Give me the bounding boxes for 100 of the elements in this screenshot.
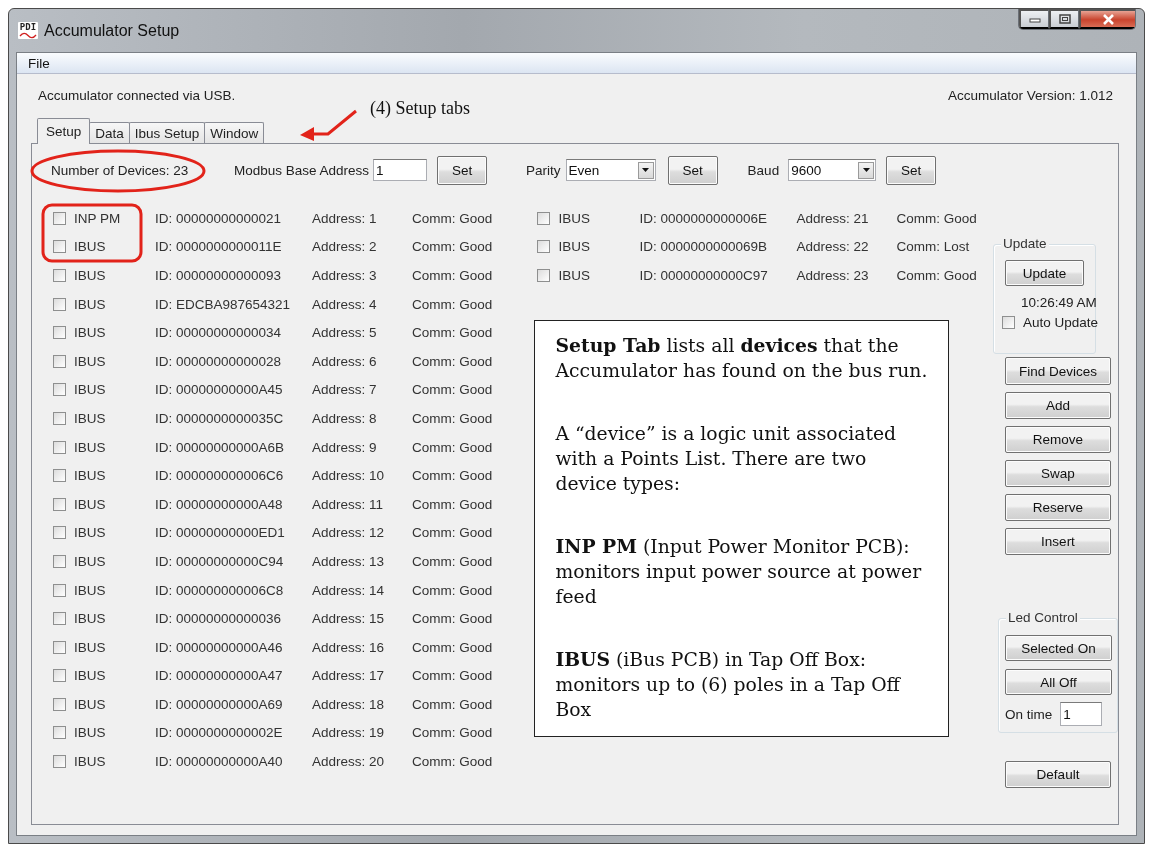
device-type: IBUS [74, 468, 107, 484]
device-address: Address: 4 [312, 296, 378, 312]
device-checkbox[interactable] [53, 669, 66, 683]
dropdown-value: Even [568, 162, 600, 178]
comm-status: Comm: Good [412, 439, 493, 455]
device-checkbox[interactable] [53, 297, 66, 311]
update-button[interactable]: Update [1005, 260, 1084, 286]
device-type: IBUS [74, 525, 107, 541]
device-address: Address: 21 [796, 210, 870, 226]
device-address: Address: 22 [796, 239, 870, 255]
device-id: ID: 00000000000ED1 [155, 525, 286, 541]
maximize-button[interactable] [1049, 9, 1079, 29]
action-button[interactable]: Remove [1005, 426, 1111, 453]
device-address: Address: 2 [312, 239, 378, 255]
device-address: Address: 5 [312, 325, 378, 341]
dropdown[interactable]: Even [565, 159, 656, 181]
device-checkbox[interactable] [53, 440, 66, 454]
device-checkbox[interactable] [53, 326, 66, 340]
device-id: ID: 00000000000A69 [155, 696, 284, 712]
address-field[interactable]: 1 [373, 159, 428, 181]
device-checkbox[interactable] [53, 612, 66, 626]
device-id: ID: 000000000006C6 [155, 468, 285, 484]
device-type: IBUS [74, 668, 107, 684]
device-type: IBUS [558, 210, 591, 226]
device-checkbox[interactable] [53, 697, 66, 711]
device-type: IBUS [74, 754, 107, 770]
action-button[interactable]: Insert [1005, 528, 1111, 555]
comm-status: Comm: Good [412, 754, 493, 770]
tab[interactable]: Ibus Setup [128, 122, 206, 143]
device-checkbox[interactable] [53, 240, 66, 254]
device-type: INP PM [74, 210, 122, 226]
arrow [300, 109, 357, 141]
device-checkbox[interactable] [53, 640, 66, 654]
device-checkbox[interactable] [53, 497, 66, 511]
update-time: 10:26:49 AM [1021, 295, 1097, 310]
minimize-icon [1028, 15, 1041, 23]
device-checkbox[interactable] [537, 269, 551, 282]
device-checkbox[interactable] [53, 469, 66, 483]
tab[interactable]: Window [204, 122, 265, 143]
caret-icon [858, 161, 875, 179]
comm-status: Comm: Good [412, 668, 493, 684]
comm-status: Comm: Good [896, 210, 977, 226]
annotation-paragraph: A “device” is a logic unit associated with a Points List. There are two device types: [555, 421, 898, 496]
device-address: Address: 14 [312, 582, 386, 598]
action-button[interactable]: Add [1005, 392, 1111, 419]
device-id: ID: 00000000000C94 [155, 553, 285, 569]
dropdown[interactable]: 9600 [788, 159, 877, 181]
device-checkbox[interactable] [53, 383, 66, 397]
device-type: IBUS [74, 639, 107, 655]
led-button[interactable]: Selected On [1005, 635, 1112, 661]
action-button[interactable]: Find Devices [1005, 357, 1111, 385]
device-checkbox[interactable] [53, 269, 66, 282]
device-id: ID: 00000000000093 [155, 268, 283, 283]
device-id: ID: 00000000000A48 [155, 496, 284, 512]
device-type: IBUS [74, 325, 107, 341]
device-type: IBUS [74, 582, 107, 598]
set-button[interactable]: Set [886, 155, 937, 185]
action-button[interactable]: Reserve [1005, 494, 1111, 521]
device-address: Address: 23 [796, 268, 870, 283]
device-checkbox[interactable] [53, 526, 66, 540]
device-checkbox[interactable] [53, 755, 66, 769]
device-type: IBUS [74, 239, 107, 255]
default-button[interactable]: Default [1005, 761, 1111, 788]
device-checkbox[interactable] [537, 240, 551, 254]
comm-status: Comm: Good [412, 410, 493, 426]
device-id: ID: 0000000000069B [639, 239, 769, 255]
callout-text: (4) Setup tabs [370, 98, 470, 119]
action-button[interactable]: Swap [1005, 460, 1111, 487]
device-address: Address: 12 [312, 525, 386, 541]
device-checkbox[interactable] [53, 583, 66, 597]
device-id: ID: 00000000000A46 [155, 639, 284, 655]
auto-update-checkbox[interactable] [1002, 316, 1015, 329]
close-button[interactable] [1079, 9, 1135, 29]
on-time-field[interactable]: 1 [1060, 702, 1103, 726]
device-checkbox[interactable] [53, 411, 66, 425]
set-button[interactable]: Set [437, 155, 488, 185]
set-button[interactable]: Set [667, 155, 718, 185]
device-id: ID: 00000000000021 [155, 210, 283, 226]
device-address: Address: 8 [312, 410, 378, 426]
device-checkbox[interactable] [537, 211, 551, 225]
menu-item[interactable]: File [20, 55, 58, 71]
checkbox-label: Auto Update [1023, 315, 1099, 330]
device-checkbox[interactable] [53, 354, 66, 368]
tab[interactable]: Data [89, 122, 130, 143]
device-checkbox[interactable] [53, 554, 66, 568]
comm-status: Comm: Good [412, 325, 493, 341]
version-text: Accumulator Version: 1.012 [947, 87, 1113, 103]
device-address: Address: 1 [312, 210, 378, 226]
comm-status: Comm: Good [412, 353, 493, 369]
device-id: ID: 0000000000006E [639, 210, 769, 226]
dropdown-value: 9600 [791, 162, 822, 178]
tab[interactable]: Setup [37, 118, 91, 144]
restore-icon [1058, 14, 1071, 24]
minimize-button[interactable] [1019, 9, 1049, 29]
device-checkbox[interactable] [53, 211, 66, 225]
annotation-paragraph: INP PM (Input Power Monitor PCB): monitors input power source at power feed [555, 533, 923, 609]
device-checkbox[interactable] [53, 726, 66, 740]
led-button[interactable]: All Off [1005, 669, 1112, 695]
device-id: ID: 0000000000002E [155, 725, 284, 741]
device-id: ID: 00000000000A47 [155, 668, 284, 684]
